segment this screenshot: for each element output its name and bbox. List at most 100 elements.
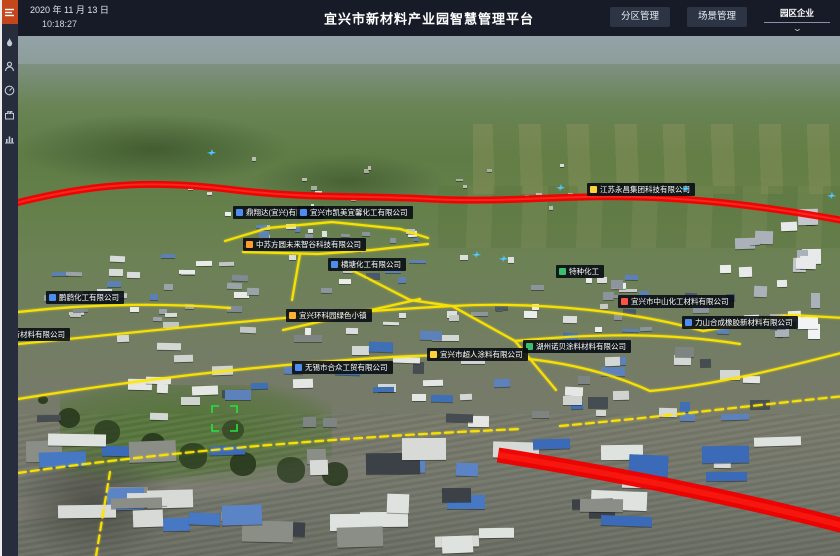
building [368, 166, 371, 170]
company-label[interactable]: 力山合成橡胶新材料有限公司 [682, 316, 798, 329]
bar-chart-icon [4, 133, 15, 144]
building [360, 512, 409, 527]
company-label[interactable]: 湖州诺贝涂料材料有限公司 [523, 340, 631, 353]
building [150, 294, 158, 300]
dropdown-underline [764, 22, 830, 23]
building [423, 379, 443, 385]
hamburger-menu-icon [4, 7, 15, 18]
company-label[interactable]: 宜兴环科园绿色小镇 [286, 309, 372, 322]
company-label[interactable]: 鹏鹞化工有限公司 [46, 291, 124, 304]
building [129, 440, 177, 463]
building [456, 179, 463, 181]
company-marker-icon [295, 364, 302, 371]
building [351, 198, 356, 201]
company-label[interactable]: 江苏永昌集团科技有限公司 [587, 183, 695, 196]
building [614, 314, 622, 321]
sidebar-item-person[interactable] [0, 54, 18, 78]
building [163, 518, 190, 531]
building [250, 383, 267, 390]
company-name: 湖州诺贝涂料材料有限公司 [536, 340, 626, 353]
building [780, 222, 796, 232]
company-marker-icon [236, 209, 243, 216]
company-label[interactable]: 宜兴市中山化工材料有限公司 [618, 295, 734, 308]
window-edge [0, 0, 2, 556]
person-icon [4, 61, 15, 72]
building [302, 178, 307, 181]
building [494, 378, 510, 386]
company-name: 宜兴环科园绿色小镇 [299, 309, 367, 322]
building [322, 231, 327, 237]
building [153, 317, 162, 322]
building [406, 229, 415, 234]
sidebar-item-stats[interactable] [0, 126, 18, 150]
company-label[interactable]: 中苏方圆未来智谷科技有限公司 [243, 238, 366, 251]
building [524, 310, 537, 317]
building [227, 306, 242, 313]
sidebar-item-menu[interactable] [0, 0, 18, 24]
park-enterprise-dropdown[interactable]: 园区企业 ⌄ [764, 7, 830, 33]
building [247, 288, 259, 295]
building [811, 293, 820, 308]
sidebar-item-gauge[interactable] [0, 78, 18, 102]
building [532, 438, 569, 449]
building [185, 304, 194, 309]
building [212, 366, 233, 376]
building [562, 316, 576, 323]
building [73, 309, 88, 312]
tree-row [38, 396, 48, 404]
building [373, 387, 394, 392]
building [659, 407, 678, 416]
building [495, 305, 508, 309]
building [311, 186, 317, 190]
company-marker-icon [559, 268, 566, 275]
company-label[interactable]: 横塘化工有限公司 [328, 258, 406, 271]
company-label[interactable]: 特种化工 [556, 265, 604, 278]
building [163, 322, 179, 328]
building [680, 402, 690, 412]
company-label[interactable]: 宜兴市超人涂料有限公司 [427, 348, 528, 361]
building [412, 361, 423, 372]
company-label[interactable]: 宜兴市凯美宜馨化工有限公司 [297, 206, 413, 219]
building [39, 451, 87, 467]
building [308, 229, 314, 233]
building [628, 454, 668, 476]
zone-manage-button[interactable]: 分区管理 [610, 7, 670, 27]
park-enterprise-label: 园区企业 [780, 7, 814, 22]
building [442, 487, 472, 502]
building [738, 267, 751, 277]
building [754, 437, 802, 448]
sidebar-item-fire[interactable] [0, 30, 18, 54]
building [161, 254, 175, 258]
building [70, 312, 81, 317]
building [536, 193, 542, 196]
building [560, 164, 564, 167]
building [58, 505, 116, 519]
building [117, 335, 130, 343]
building [286, 224, 296, 229]
building [605, 357, 621, 366]
building [225, 390, 251, 401]
building [369, 342, 393, 353]
building [525, 195, 529, 198]
scene-manage-button[interactable]: 场景管理 [687, 7, 747, 27]
building [303, 417, 316, 427]
building [321, 288, 332, 293]
company-name: 无锡市合众工贸有限公司 [305, 361, 388, 374]
building [777, 279, 787, 287]
sidebar-item-factory[interactable] [0, 102, 18, 126]
building [336, 526, 383, 548]
building [720, 265, 731, 273]
company-marker-icon [246, 241, 253, 248]
chevron-down-icon: ⌄ [792, 25, 803, 33]
building [487, 169, 492, 172]
building [323, 418, 337, 427]
company-label[interactable]: 无锡市合众工贸有限公司 [292, 361, 393, 374]
building [310, 460, 328, 475]
building [565, 386, 583, 395]
building [232, 275, 248, 281]
building [181, 397, 200, 405]
building [702, 446, 749, 464]
building [150, 413, 169, 421]
building [110, 255, 125, 261]
time-text: 10:18:27 [42, 19, 77, 29]
